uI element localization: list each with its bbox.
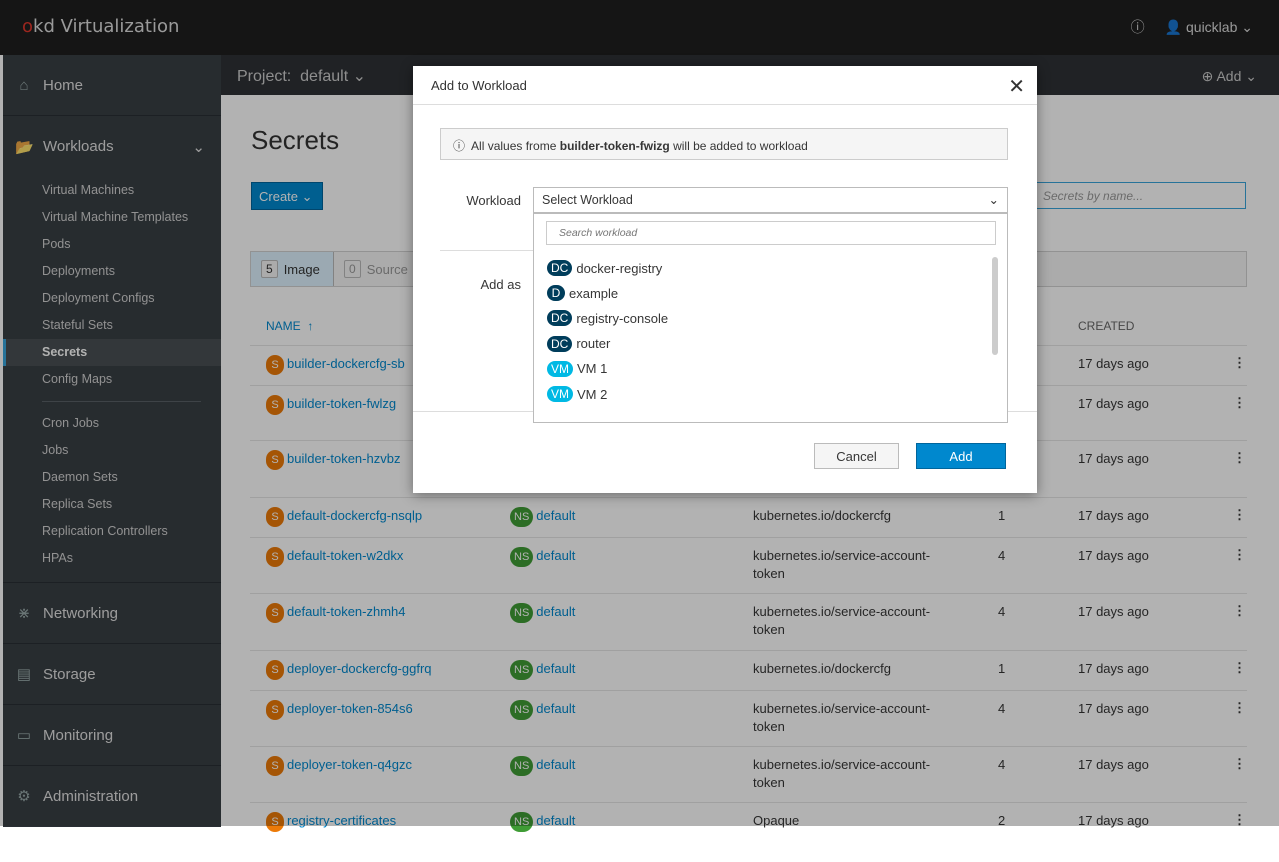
workload-option[interactable]: VM VM 1 — [547, 359, 607, 379]
workload-option[interactable]: DC router — [547, 334, 610, 354]
workload-option[interactable]: VM VM 2 — [547, 384, 607, 404]
workload-option[interactable]: DC docker-registry — [547, 258, 662, 278]
workload-type-badge: DC — [547, 335, 573, 352]
add-as-label: Add as — [480, 277, 521, 292]
info-alert: ⓘ All values frome builder-token-fwizg w… — [440, 128, 1008, 160]
workload-type-badge: DC — [547, 310, 573, 327]
workload-dropdown: DCdocker-registry Dexample DCregistry-cons… — [533, 213, 1008, 423]
workload-option[interactable]: DC registry-console — [547, 308, 668, 328]
scrollbar[interactable] — [992, 257, 998, 355]
search-workload-input[interactable] — [546, 221, 996, 245]
info-icon: ⓘ — [453, 139, 466, 153]
workload-option[interactable]: Dexample — [547, 283, 618, 303]
chevron-down-icon: ⌄ — [988, 193, 999, 207]
workload-type-badge: DC — [547, 260, 573, 276]
modal-title: Add to Workload — [413, 66, 1037, 105]
workload-type-badge: VM — [547, 360, 573, 377]
workload-label: Workload — [466, 193, 521, 208]
workload-type-badge: VM — [547, 386, 573, 402]
cancel-button[interactable]: Cancel — [814, 443, 899, 469]
close-icon[interactable]: ✕ — [1008, 74, 1025, 99]
workload-type-badge: D — [547, 285, 565, 302]
workload-select[interactable]: Select Workload ⌄ — [533, 187, 1008, 213]
add-to-workload-modal: Add to Workload ✕ ⓘ All values frome bui… — [413, 66, 1037, 493]
add-button[interactable]: Add — [916, 443, 1006, 469]
